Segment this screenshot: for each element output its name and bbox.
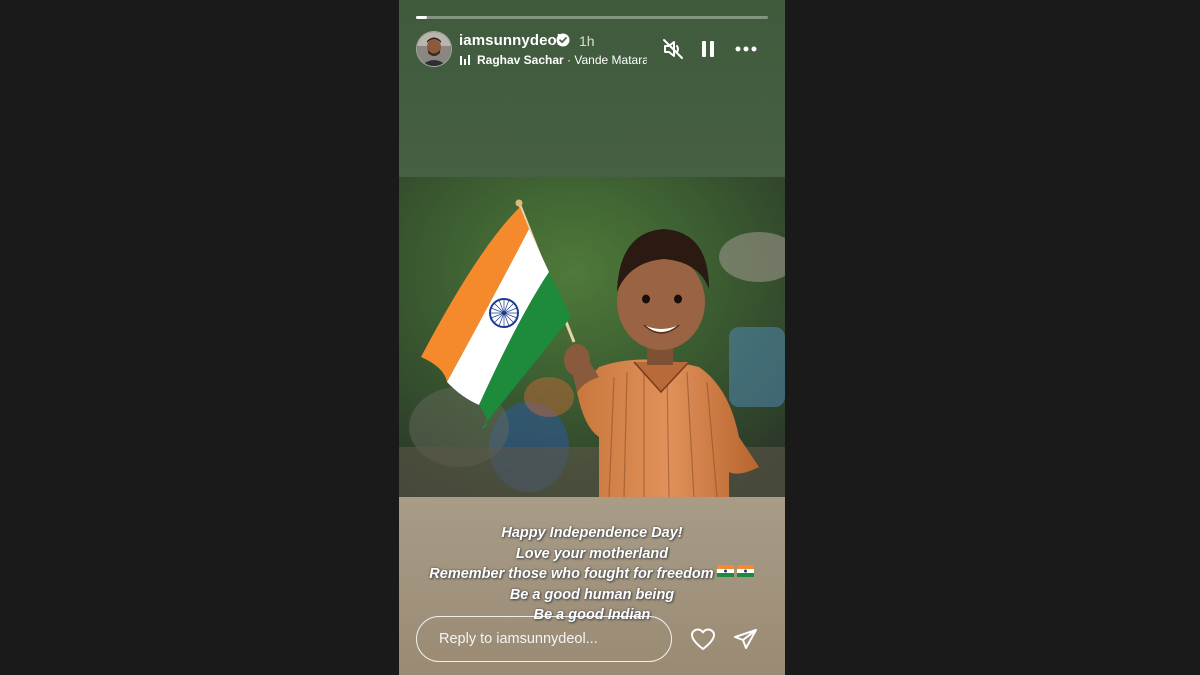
verified-badge-icon	[556, 33, 570, 47]
music-separator: ·	[563, 53, 575, 67]
heart-icon[interactable]	[690, 627, 716, 653]
caption-line-1: Happy Independence Day!	[501, 525, 683, 541]
send-icon[interactable]	[733, 627, 759, 653]
speaker-muted-icon[interactable]	[662, 38, 684, 60]
music-artist: Raghav Sachar	[477, 53, 564, 67]
story-progress-fill	[416, 16, 427, 19]
caption-line-3-row: Remember those who fought for freedom	[399, 564, 785, 585]
more-options-icon[interactable]	[735, 38, 757, 60]
music-bars-icon	[459, 53, 471, 65]
india-flag-emoji-icon	[716, 564, 755, 585]
story-progress-bar	[416, 16, 768, 19]
caption-line-4: Be a good human being	[509, 586, 675, 603]
music-track: Vande Mataram	[574, 53, 647, 67]
story-username[interactable]: iamsunnydeol	[459, 32, 561, 49]
story-timestamp: 1h	[579, 33, 595, 49]
reply-input[interactable]	[416, 616, 672, 662]
story-viewer[interactable]: iamsunnydeol 1h Raghav Sachar · Vande Ma…	[399, 0, 785, 675]
pause-icon[interactable]	[697, 38, 719, 60]
story-caption: Happy Independence Day! Love your mother…	[399, 523, 785, 626]
story-image	[399, 177, 785, 497]
caption-line-2: Love your motherland	[515, 545, 669, 562]
boy-with-flag-illustration	[399, 177, 785, 497]
music-attribution[interactable]: Raghav Sachar · Vande Mataram	[477, 53, 647, 67]
caption-line-3: Remember those who fought for freedom	[429, 566, 714, 583]
avatar[interactable]	[416, 31, 452, 67]
